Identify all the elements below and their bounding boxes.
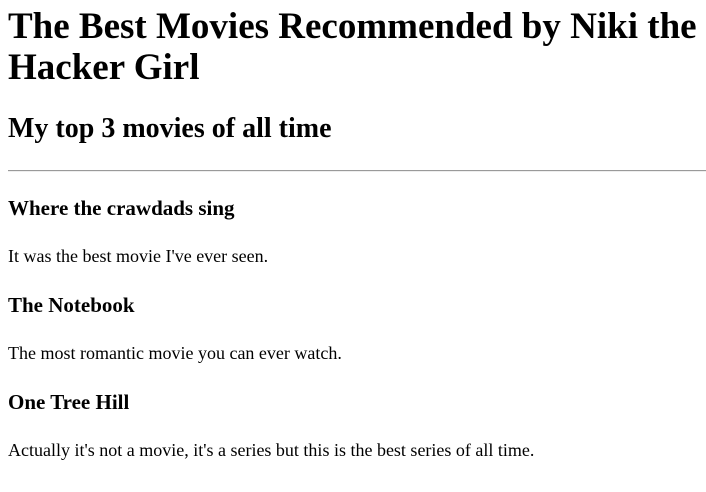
page-subtitle: My top 3 movies of all time: [8, 113, 332, 144]
movie-title: One Tree Hill: [8, 390, 130, 414]
movie-description: Actually it's not a movie, it's a series…: [8, 440, 535, 460]
movie-description: The most romantic movie you can ever wat…: [8, 343, 342, 363]
movie-title: Where the crawdads sing: [8, 196, 235, 220]
movie-description: It was the best movie I've ever seen.: [8, 246, 269, 266]
page-title: The Best Movies Recommended by Niki the …: [8, 6, 697, 88]
movie-item: The Notebook The most romantic movie you…: [8, 293, 706, 364]
divider: [8, 170, 706, 172]
movie-item: One Tree Hill Actually it's not a movie,…: [8, 390, 706, 461]
page-content: The Best Movies Recommended by Niki the …: [0, 6, 706, 461]
movie-item: Where the crawdads sing It was the best …: [8, 196, 706, 267]
movie-title: The Notebook: [8, 293, 135, 317]
